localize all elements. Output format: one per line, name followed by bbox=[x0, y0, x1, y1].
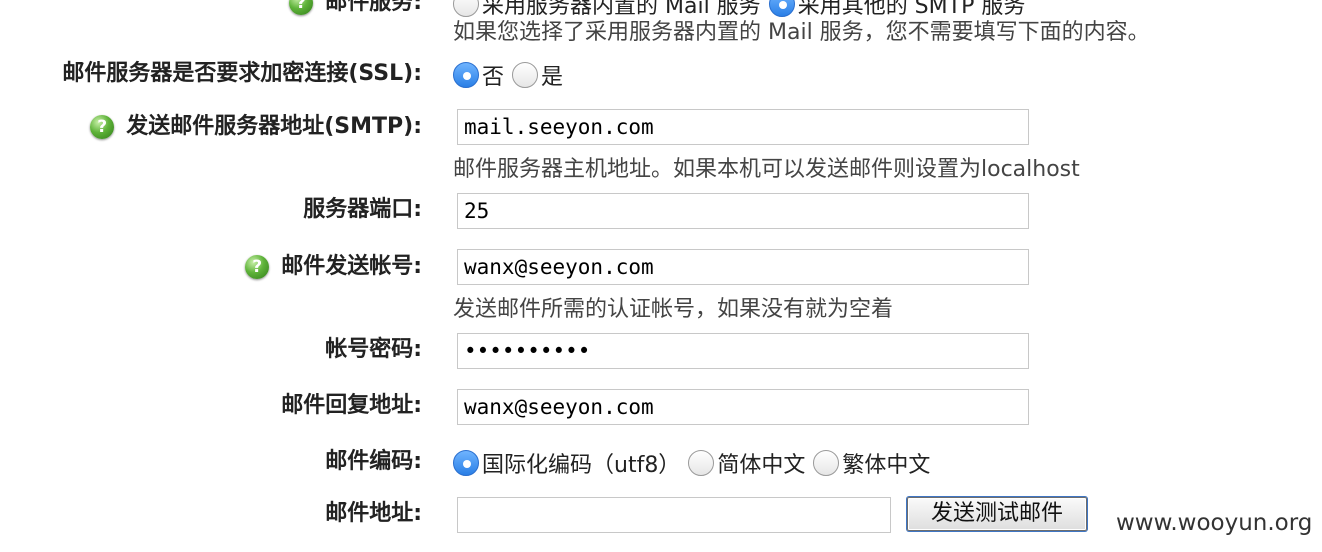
radio-ssl-yes[interactable] bbox=[512, 62, 539, 88]
radio-encoding-gb[interactable] bbox=[688, 450, 715, 476]
encoding-radio-group: 国际化编码（utf8） 简体中文 繁体中文 bbox=[453, 447, 938, 479]
port-input[interactable]: 25 bbox=[457, 193, 1029, 229]
smtp-label-text: 发送邮件服务器地址(SMTP): bbox=[126, 114, 422, 139]
test-email-label: 邮件地址: bbox=[325, 501, 422, 526]
account-input[interactable]: wanx@seeyon.com bbox=[457, 249, 1029, 285]
mail-service-label: ? 邮件服务: bbox=[289, 0, 422, 18]
smtp-label: ? 发送邮件服务器地址(SMTP): bbox=[90, 112, 422, 142]
radio-ssl-no[interactable] bbox=[453, 62, 479, 88]
password-input[interactable]: •••••••••• bbox=[457, 333, 1029, 369]
reply-input[interactable]: wanx@seeyon.com bbox=[457, 389, 1029, 425]
radio-encoding-utf8-label[interactable]: 国际化编码（utf8） bbox=[482, 447, 680, 479]
watermark-text: www.wooyun.org bbox=[1116, 510, 1313, 536]
reply-label: 邮件回复地址: bbox=[281, 393, 422, 418]
ssl-label: 邮件服务器是否要求加密连接(SSL): bbox=[62, 61, 422, 86]
port-label: 服务器端口: bbox=[303, 197, 422, 222]
help-icon[interactable]: ? bbox=[289, 0, 314, 15]
mail-service-hint: 如果您选择了采用服务器内置的 Mail 服务，您不需要填写下面的内容。 bbox=[453, 20, 1150, 45]
radio-encoding-utf8[interactable] bbox=[453, 450, 479, 476]
radio-encoding-gb-label[interactable]: 简体中文 bbox=[717, 447, 805, 479]
mail-service-label-text: 邮件服务: bbox=[325, 0, 422, 15]
radio-encoding-big5-label[interactable]: 繁体中文 bbox=[842, 447, 930, 479]
account-label: ? 邮件发送帐号: bbox=[245, 252, 422, 282]
help-icon[interactable]: ? bbox=[90, 115, 115, 139]
account-hint: 发送邮件所需的认证帐号，如果没有就为空着 bbox=[453, 297, 894, 322]
password-label: 帐号密码: bbox=[325, 337, 422, 362]
encoding-label: 邮件编码: bbox=[325, 449, 422, 474]
radio-ssl-yes-label[interactable]: 是 bbox=[541, 59, 563, 91]
radio-encoding-big5[interactable] bbox=[813, 450, 840, 476]
smtp-hint: 邮件服务器主机地址。如果本机可以发送邮件则设置为localhost bbox=[453, 157, 1080, 182]
smtp-input[interactable]: mail.seeyon.com bbox=[457, 109, 1029, 145]
ssl-radio-group: 否 是 bbox=[453, 59, 571, 91]
test-email-input[interactable] bbox=[457, 497, 891, 533]
send-test-email-button[interactable]: 发送测试邮件 bbox=[907, 497, 1087, 531]
help-icon[interactable]: ? bbox=[245, 255, 270, 279]
radio-ssl-no-label[interactable]: 否 bbox=[482, 59, 504, 91]
account-label-text: 邮件发送帐号: bbox=[281, 254, 422, 279]
